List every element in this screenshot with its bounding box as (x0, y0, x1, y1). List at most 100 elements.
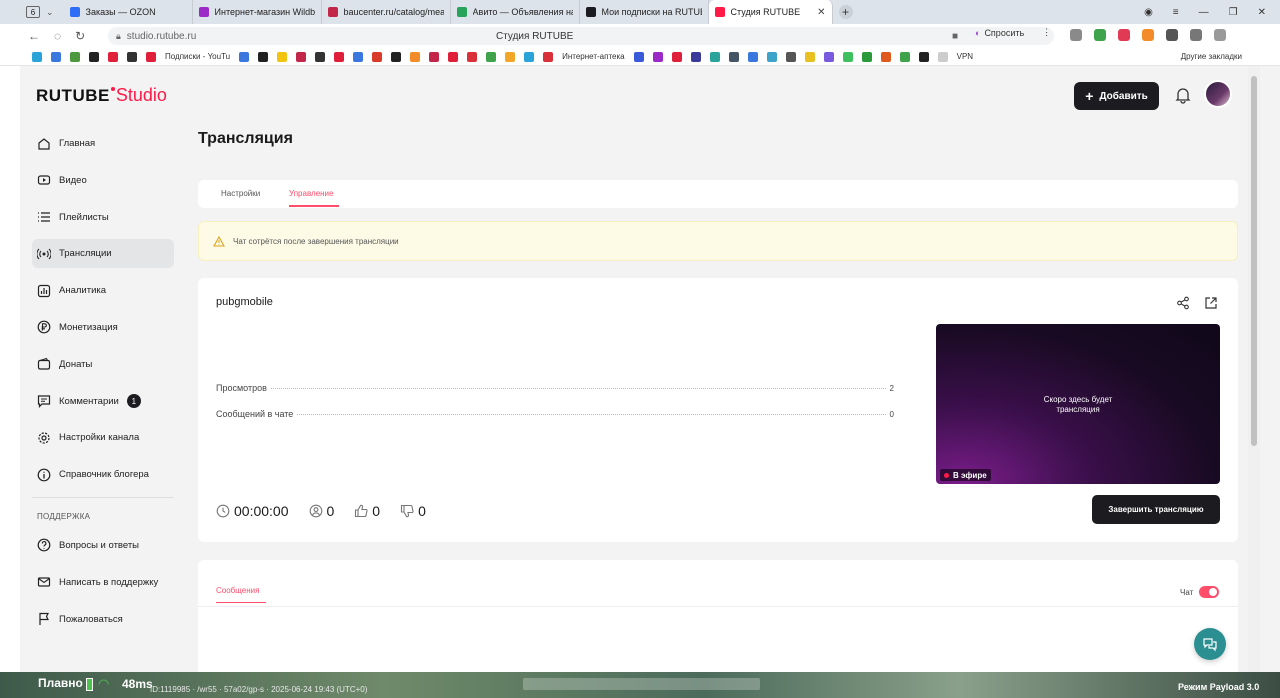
bookmark-label[interactable]: VPN (957, 52, 973, 61)
extension-puzzle-icon[interactable] (1190, 29, 1202, 41)
bookmark-icon[interactable] (277, 51, 288, 62)
bookmark-icon[interactable] (690, 51, 701, 62)
bookmark-icon[interactable] (467, 51, 478, 62)
sidebar-item-video[interactable]: Видео (32, 166, 174, 195)
page-icon[interactable] (937, 51, 948, 62)
bookmark-icon[interactable] (671, 51, 682, 62)
sidebar-item-donations[interactable]: Донаты (32, 350, 174, 379)
close-window-icon[interactable]: ✕ (1258, 7, 1266, 18)
ask-button[interactable]: ◐ Спросить ⋮ (975, 27, 1051, 38)
tab-settings[interactable]: Настройки (221, 189, 260, 198)
bookmark-icon[interactable]: ■ (952, 31, 958, 42)
bookmark-icon[interactable] (51, 51, 61, 62)
sidebar-item-comments[interactable]: Комментарии 1 (32, 387, 174, 416)
profile-icon[interactable]: ◉ (1144, 7, 1153, 18)
bookmark-icon[interactable] (880, 51, 891, 62)
pharmacy-icon[interactable] (543, 51, 554, 62)
bookmark-icon[interactable] (410, 51, 421, 62)
back-icon[interactable]: ← (28, 29, 40, 43)
extension-shield-icon[interactable] (1070, 29, 1082, 41)
reload-icon[interactable]: ↻ (75, 29, 85, 43)
bookmark-icon[interactable] (127, 51, 137, 62)
close-tab-icon[interactable]: ✕ (817, 7, 825, 18)
sidebar-item-channel-settings[interactable]: Настройки канала (32, 423, 174, 452)
browser-tab[interactable]: Мои подписки на RUTUBE (580, 0, 709, 24)
bookmark-icon[interactable] (239, 51, 250, 62)
stream-preview[interactable]: Скоро здесь будет трансляция В эфире (936, 324, 1220, 484)
extension-gem-icon[interactable] (1094, 29, 1106, 41)
add-button[interactable]: + Добавить (1074, 82, 1159, 110)
logo[interactable]: RUTUBE Studio (36, 85, 167, 106)
browser-tab[interactable]: Интернет-магазин Wildb (193, 0, 322, 24)
shield-icon[interactable]: ◌ (54, 29, 61, 43)
browser-tab[interactable]: Авито — Объявления на с (451, 0, 580, 24)
bookmark-icon[interactable] (315, 51, 326, 62)
browser-tab[interactable]: baucenter.ru/catalog/mea (322, 0, 451, 24)
whatsapp-icon[interactable] (842, 51, 853, 62)
browser-tab[interactable]: Заказы — OZON (64, 0, 193, 24)
bookmark-label[interactable]: Подписки - YouTu (165, 52, 230, 61)
scrollbar[interactable] (1248, 66, 1260, 672)
sidebar-item-playlists[interactable]: Плейлисты (32, 203, 174, 232)
bookmark-icon[interactable] (709, 51, 720, 62)
extension-orange-icon[interactable] (1142, 29, 1154, 41)
bookmark-icon[interactable] (429, 51, 440, 62)
bookmark-icon[interactable] (296, 51, 307, 62)
bookmark-icon[interactable] (728, 51, 739, 62)
more-icon[interactable]: ⋮ (1042, 27, 1051, 38)
sidebar-item-home[interactable]: Главная (32, 129, 174, 158)
url-field[interactable]: 🔒︎ studio.rutube.ru Студия RUTUBE ■ (108, 27, 1054, 45)
youtube-icon[interactable] (146, 51, 156, 62)
bookmark-icon[interactable] (391, 51, 402, 62)
browser-tab-active[interactable]: Студия RUTUBE ✕ (708, 0, 833, 24)
restore-icon[interactable]: ❐ (1229, 7, 1238, 18)
other-bookmarks[interactable]: Другие закладки (1181, 52, 1242, 61)
menu-icon[interactable]: ≡ (1173, 7, 1179, 18)
new-tab-button[interactable]: + (838, 5, 853, 19)
extension-pocket-icon[interactable] (1118, 29, 1130, 41)
bookmark-icon[interactable] (32, 51, 42, 62)
bookmark-icon[interactable] (633, 51, 644, 62)
bookmark-icon[interactable] (334, 51, 345, 62)
support-chat-button[interactable] (1194, 628, 1226, 660)
end-stream-button[interactable]: Завершить трансляцию (1092, 495, 1220, 524)
chevron-down-icon[interactable]: ⌄ (46, 7, 54, 18)
sidebar-item-contact-support[interactable]: Написать в поддержку (32, 568, 174, 597)
sidebar-item-monetization[interactable]: Монетизация (32, 313, 174, 342)
bookmark-icon[interactable] (353, 51, 364, 62)
chat-toggle[interactable] (1199, 586, 1220, 598)
bookmark-icon[interactable] (747, 51, 758, 62)
bookmark-icon[interactable] (108, 51, 118, 62)
bookmark-icon[interactable] (505, 51, 516, 62)
bell-icon[interactable] (1173, 85, 1193, 105)
bookmark-icon[interactable] (899, 51, 910, 62)
bookmark-icon[interactable] (918, 51, 929, 62)
bookmark-icon[interactable] (861, 51, 872, 62)
bookmark-icon[interactable] (652, 51, 663, 62)
minimize-icon[interactable]: — (1199, 7, 1209, 18)
sidebar-item-broadcasts[interactable]: Трансляции (32, 239, 174, 269)
bookmark-icon[interactable] (486, 51, 497, 62)
tab-management[interactable]: Управление (289, 189, 333, 198)
bookmark-label[interactable]: Интернет-аптека (562, 52, 625, 61)
avatar[interactable] (1204, 80, 1232, 108)
bookmark-icon[interactable] (524, 51, 535, 62)
bookmark-icon[interactable] (785, 51, 796, 62)
extension-play-icon[interactable] (1166, 29, 1178, 41)
download-icon[interactable] (1214, 29, 1226, 41)
bookmark-icon[interactable] (823, 51, 834, 62)
sidebar-item-blogger-guide[interactable]: Справочник блогера (32, 460, 174, 489)
gmail-icon[interactable] (372, 51, 383, 62)
sidebar-item-analytics[interactable]: Аналитика (32, 276, 174, 305)
sidebar-item-faq[interactable]: Вопросы и ответы (32, 531, 174, 560)
bookmark-icon[interactable] (89, 51, 99, 62)
share-icon[interactable] (1176, 296, 1190, 310)
bookmark-icon[interactable] (766, 51, 777, 62)
tab-messages[interactable]: Сообщения (216, 586, 259, 595)
bookmark-icon[interactable] (448, 51, 459, 62)
scrollbar-thumb[interactable] (1251, 76, 1257, 446)
sidebar-item-report[interactable]: Пожаловаться (32, 605, 174, 634)
bookmark-icon[interactable] (804, 51, 815, 62)
bookmark-icon[interactable] (258, 51, 269, 62)
tab-count-icon[interactable]: 6 (26, 6, 40, 18)
